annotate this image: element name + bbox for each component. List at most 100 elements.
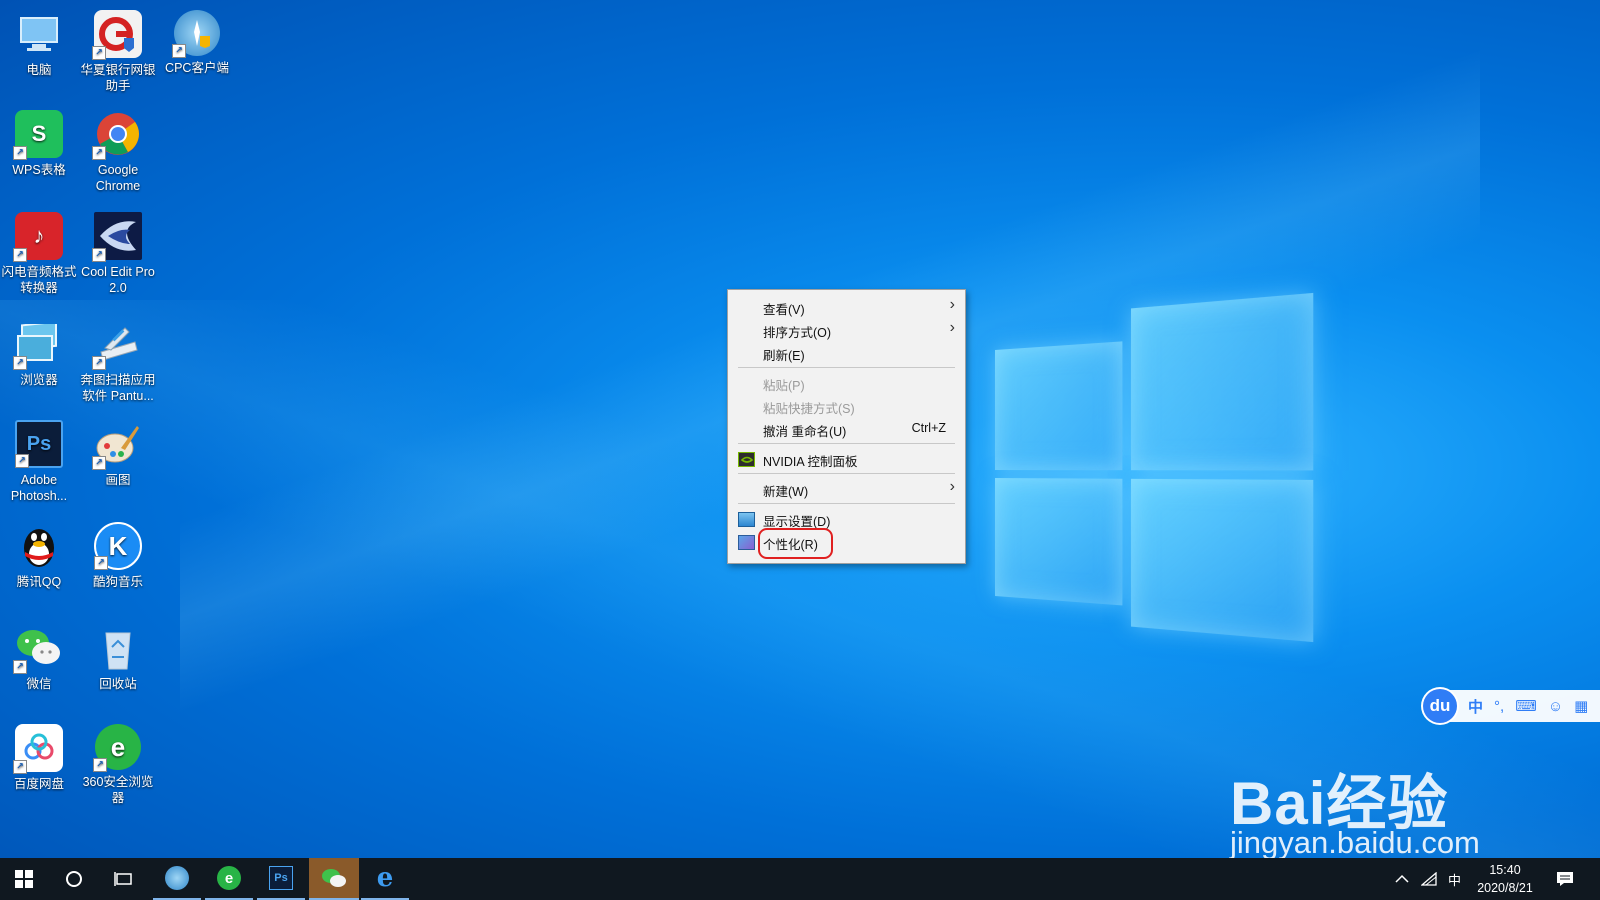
ime-language-toggle[interactable]: 中 xyxy=(1468,696,1483,717)
search-circle-icon xyxy=(65,870,83,888)
user-icon[interactable]: ☺ xyxy=(1548,698,1563,715)
desktop-icon-label: 酷狗音乐 xyxy=(93,575,143,589)
desktop-icon-kugou[interactable]: K ↗ 酷狗音乐 xyxy=(79,520,157,590)
desktop-icon-label: Google Chrome xyxy=(79,162,157,194)
wifi-icon xyxy=(1421,872,1437,886)
recycle-bin-icon xyxy=(94,624,142,672)
menu-item-paste[interactable]: 粘贴(P) xyxy=(728,371,965,394)
desktop-icon-computer[interactable]: 电脑 xyxy=(0,8,78,78)
desktop-icon-wps-sheet[interactable]: S ↗ WPS表格 xyxy=(0,108,78,178)
desktop-icon-label: 360安全浏览器 xyxy=(79,774,157,806)
baidu-ime-toolbar: du 中 °, ⌨ ☺ ▦ xyxy=(1425,690,1600,722)
desktop-icon-label: 华夏银行网银助手 xyxy=(79,62,157,94)
menu-separator xyxy=(738,367,955,368)
desktop-icon-audio-converter[interactable]: ♪ ↗ 闪电音频格式转换器 xyxy=(0,210,78,296)
clock-time: 15:40 xyxy=(1470,861,1540,879)
task-view-button[interactable] xyxy=(100,858,148,900)
chevron-right-icon: › xyxy=(950,296,955,314)
desktop-icon-label: Cool Edit Pro 2.0 xyxy=(79,264,157,296)
menu-item-sort[interactable]: 排序方式(O) › xyxy=(728,318,965,341)
desktop-icon-label: 画图 xyxy=(105,473,130,487)
baidu-netdisk-icon: ↗ xyxy=(15,724,63,772)
task-view-icon xyxy=(114,871,134,887)
desktop-icon-cool-edit[interactable]: ↗ Cool Edit Pro 2.0 xyxy=(79,210,157,296)
wechat-icon xyxy=(321,867,347,889)
bank-icon: ↗ xyxy=(94,10,142,58)
menu-item-new[interactable]: 新建(W) › xyxy=(728,477,965,500)
taskbar-app-wechat[interactable] xyxy=(309,858,359,900)
desktop-icon-paint[interactable]: ↗ 画图 xyxy=(79,418,157,488)
punctuation-icon[interactable]: °, xyxy=(1494,698,1504,715)
keyboard-icon[interactable]: ⌨ xyxy=(1515,697,1537,715)
wps-sheet-icon: S ↗ xyxy=(15,110,63,158)
desktop-icon-label: 微信 xyxy=(26,677,51,691)
highlight-ring xyxy=(758,528,833,559)
taskbar-app-edge[interactable]: e xyxy=(361,858,409,900)
kugou-icon: K ↗ xyxy=(94,522,142,570)
menu-item-display-settings[interactable]: 显示设置(D) xyxy=(728,507,965,530)
search-button[interactable] xyxy=(50,858,98,900)
paint-icon: ↗ xyxy=(94,420,142,468)
chevron-up-icon xyxy=(1395,874,1409,884)
desktop-icon-photoshop[interactable]: Ps ↗ Adobe Photosh... xyxy=(0,418,78,504)
baidu-jingyan-url: jingyan.baidu.com xyxy=(1230,825,1480,861)
desktop-icon-chrome[interactable]: ↗ Google Chrome xyxy=(79,108,157,194)
desktop-context-menu: 查看(V) › 排序方式(O) › 刷新(E) 粘贴(P) 粘贴快捷方式(S) … xyxy=(727,289,966,564)
desktop-icon-label: 电脑 xyxy=(26,63,51,77)
desktop-icon-browser[interactable]: ↗ 浏览器 xyxy=(0,318,78,388)
menu-item-personalize[interactable]: 个性化(R) xyxy=(728,530,965,553)
desktop-icon-label: 浏览器 xyxy=(20,373,58,387)
scanner-icon: ↗ xyxy=(94,320,142,368)
desktop-icon-bank[interactable]: ↗ 华夏银行网银助手 xyxy=(79,8,157,94)
cool-edit-icon: ↗ xyxy=(94,212,142,260)
desktop-icon-cpc[interactable]: ↗ CPC客户端 xyxy=(158,8,236,76)
desktop-icon-label: CPC客户端 xyxy=(165,61,229,75)
taskbar: e Ps e 中 15:40 2020/8/21 xyxy=(0,858,1600,900)
desktop-icon-label: 奔图扫描应用软件 Pantu... xyxy=(79,372,157,404)
personalize-icon xyxy=(738,535,755,550)
menu-item-undo-rename[interactable]: 撤消 重命名(U) Ctrl+Z xyxy=(728,417,965,440)
menu-item-refresh[interactable]: 刷新(E) xyxy=(728,341,965,364)
system-clock[interactable]: 15:40 2020/8/21 xyxy=(1470,861,1540,897)
nvidia-icon xyxy=(738,452,755,467)
menu-separator xyxy=(738,503,955,504)
photoshop-icon: Ps xyxy=(269,866,293,890)
cpc-icon xyxy=(165,866,189,890)
network-status[interactable] xyxy=(1421,858,1437,900)
desktop-icon-wechat[interactable]: ↗ 微信 xyxy=(0,622,78,692)
desktop-icon-label: WPS表格 xyxy=(12,163,65,177)
desktop-icon-label: 百度网盘 xyxy=(14,777,64,791)
tray-overflow-chevron[interactable] xyxy=(1395,858,1409,900)
chrome-icon: ↗ xyxy=(94,110,142,158)
desktop-icon-360-browser[interactable]: e ↗ 360安全浏览器 xyxy=(79,722,157,806)
desktop-icon-qq[interactable]: 腾讯QQ xyxy=(0,520,78,590)
menu-item-nvidia[interactable]: NVIDIA 控制面板 xyxy=(728,447,965,470)
menu-item-paste-shortcut[interactable]: 粘贴快捷方式(S) xyxy=(728,394,965,417)
windows-logo-wallpaper xyxy=(995,293,1313,642)
start-button[interactable] xyxy=(0,858,48,900)
taskbar-app-photoshop[interactable]: Ps xyxy=(257,858,305,900)
action-center-button[interactable] xyxy=(1556,858,1574,900)
desktop-icon-baidu-netdisk[interactable]: ↗ 百度网盘 xyxy=(0,722,78,792)
taskbar-app-360-browser[interactable]: e xyxy=(205,858,253,900)
baidu-du-logo[interactable]: du xyxy=(1423,689,1457,723)
ime-indicator[interactable]: 中 xyxy=(1448,858,1461,900)
notification-icon xyxy=(1556,871,1574,887)
desktop-icon-recycle-bin[interactable]: 回收站 xyxy=(79,622,157,692)
clock-date: 2020/8/21 xyxy=(1470,879,1540,897)
windows-start-icon xyxy=(15,870,33,888)
menu-separator xyxy=(738,443,955,444)
desktop-icon-scanner[interactable]: ↗ 奔图扫描应用软件 Pantu... xyxy=(79,318,157,404)
360-browser-icon: e xyxy=(217,866,241,890)
desktop-icon-label: 腾讯QQ xyxy=(17,575,61,589)
menu-item-view[interactable]: 查看(V) › xyxy=(728,295,965,318)
qq-icon xyxy=(15,522,63,570)
desktop-icon-label: 闪电音频格式转换器 xyxy=(0,264,78,296)
360-browser-icon: e ↗ xyxy=(95,724,141,770)
grid-menu-icon[interactable]: ▦ xyxy=(1574,697,1588,715)
audio-converter-icon: ♪ ↗ xyxy=(15,212,63,260)
chevron-right-icon: › xyxy=(950,319,955,337)
desktop-icon-label: 回收站 xyxy=(99,677,137,691)
taskbar-app-cpc[interactable] xyxy=(153,858,201,900)
wechat-icon: ↗ xyxy=(15,624,63,672)
